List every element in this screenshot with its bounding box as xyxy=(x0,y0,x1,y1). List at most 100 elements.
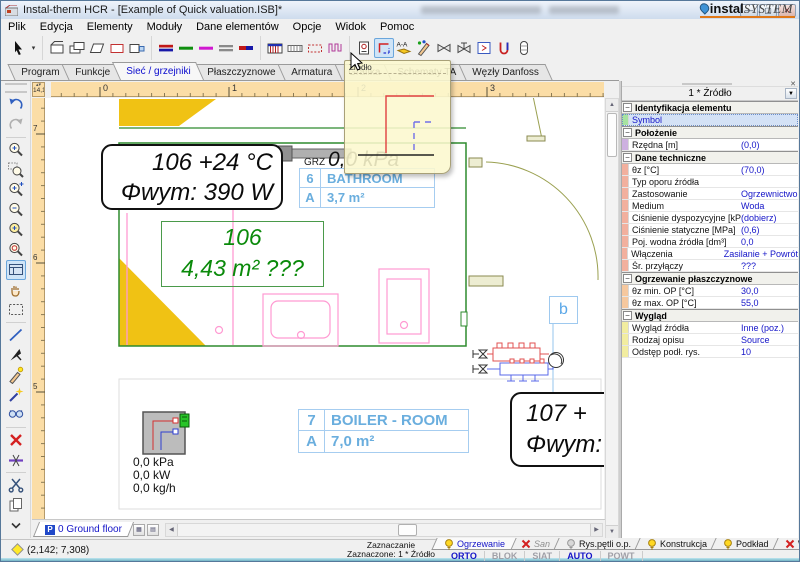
panel-row[interactable]: Ciśnienie statyczne [MPa](0,6) xyxy=(622,224,798,236)
panel-dropdown-icon[interactable]: ▼ xyxy=(785,88,797,99)
toolbar-grip[interactable] xyxy=(5,83,27,93)
pipe-double-gray-icon[interactable] xyxy=(216,38,236,58)
tab-płaszczyznowe[interactable]: Płaszczyznowe xyxy=(193,64,288,80)
menu-pomoc[interactable]: Pomoc xyxy=(373,20,421,34)
scissors-icon[interactable] xyxy=(6,475,26,495)
panel-row[interactable]: Symbol xyxy=(622,114,798,126)
pipe-redblue-icon[interactable] xyxy=(236,38,256,58)
preview-icon[interactable] xyxy=(6,260,26,280)
more-icon[interactable] xyxy=(6,515,26,535)
property-value[interactable]: Source xyxy=(741,335,798,345)
layer-tab-konstrukcja[interactable]: Konstrukcja xyxy=(634,538,718,550)
valve-4way-icon[interactable] xyxy=(454,38,474,58)
pen-colors-icon[interactable] xyxy=(414,38,434,58)
zone-rect-icon[interactable] xyxy=(107,38,127,58)
select-region-icon[interactable] xyxy=(6,300,26,320)
panel-row[interactable]: θz min. OP [°C]30,0 xyxy=(622,285,798,297)
zoom-in-icon[interactable] xyxy=(6,140,26,160)
panel-row[interactable]: MediumWoda xyxy=(622,200,798,212)
radiator-gray-icon[interactable] xyxy=(285,38,305,58)
mode-auto[interactable]: AUTO xyxy=(560,551,600,561)
menu-dane-elementów[interactable]: Dane elementów xyxy=(189,20,286,34)
panel-row[interactable]: θz [°C](70,0) xyxy=(622,164,798,176)
collapse-icon[interactable]: − xyxy=(623,311,632,320)
sheet-list-button[interactable]: ▤ xyxy=(147,524,159,536)
mode-blok[interactable]: BLOK xyxy=(485,551,526,561)
pipe-green-icon[interactable] xyxy=(176,38,196,58)
pointer-dart-icon[interactable] xyxy=(6,345,26,365)
property-value[interactable]: Woda xyxy=(741,201,798,211)
panel-row[interactable]: Poj. wodna źródła [dm³]0,0 xyxy=(622,236,798,248)
delete-icon[interactable] xyxy=(6,430,26,450)
room-walls-icon[interactable] xyxy=(47,38,67,58)
property-value[interactable]: 55,0 xyxy=(741,298,798,308)
collapse-icon[interactable]: − xyxy=(623,103,632,112)
select-dropdown-icon[interactable]: ▾ xyxy=(29,44,38,52)
schematic-frame-icon[interactable] xyxy=(474,38,494,58)
bathroom-room-label[interactable]: 6BATHROOMA3,7 m² xyxy=(299,168,435,208)
manifold-symbol[interactable] xyxy=(473,343,564,381)
pan-hand-icon[interactable] xyxy=(6,280,26,300)
property-value[interactable]: Ogrzewnictwo xyxy=(741,189,798,199)
undo-icon[interactable] xyxy=(6,95,26,115)
vertical-scroll-thumb[interactable] xyxy=(607,113,617,157)
property-value[interactable]: Zasilanie + Powrót xyxy=(724,249,798,259)
junction-label[interactable]: b xyxy=(549,296,578,324)
scroll-up-arrow[interactable]: ▲ xyxy=(606,99,618,112)
redo-icon[interactable] xyxy=(6,115,26,135)
room-106-area-label[interactable]: 106 4,43 m² ??? xyxy=(161,221,324,287)
panel-section[interactable]: −Dane techniczne xyxy=(622,151,798,164)
horizontal-scroll-thumb[interactable] xyxy=(398,524,417,536)
tab-sieć-grzejniki[interactable]: Sieć / grzejniki xyxy=(112,62,204,80)
tab-węzły-danfoss[interactable]: Węzły Danfoss xyxy=(458,64,552,80)
cylinder-icon[interactable] xyxy=(514,38,534,58)
source-icon[interactable] xyxy=(374,38,394,58)
panel-row[interactable]: Rzędna [m](0,0) xyxy=(622,139,798,151)
panel-row[interactable]: Typ oporu źródła xyxy=(622,176,798,188)
zoom-scale-box[interactable]: ▴▾14,1 xyxy=(32,82,45,97)
magic-wand-icon[interactable] xyxy=(6,385,26,405)
mode-powt[interactable]: POWT xyxy=(601,551,643,561)
radiator-outline-icon[interactable] xyxy=(305,38,325,58)
layer-tab-rys-pętli-o-p-[interactable]: Rys.pętli o.p. xyxy=(553,538,642,550)
property-value[interactable]: (70,0) xyxy=(741,165,798,175)
property-value[interactable]: (0,6) xyxy=(741,225,798,235)
panel-row[interactable]: Wygląd źródłaInne (poz.) xyxy=(622,322,798,334)
scroll-left-arrow[interactable]: ◀ xyxy=(166,524,178,536)
property-value[interactable]: Inne (poz.) xyxy=(741,323,798,333)
pump-icon[interactable] xyxy=(494,38,514,58)
panel-section[interactable]: −Wygląd xyxy=(622,309,798,322)
panel-row[interactable]: ZastosowanieOgrzewnictwo xyxy=(622,188,798,200)
layer-tab-ogrzewanie[interactable]: Ogrzewanie xyxy=(431,538,516,550)
menu-widok[interactable]: Widok xyxy=(328,20,373,34)
collapse-icon[interactable]: − xyxy=(623,153,632,162)
zoom-window-icon[interactable] xyxy=(6,160,26,180)
radiator-icon[interactable] xyxy=(265,38,285,58)
scroll-right-arrow[interactable]: ▶ xyxy=(590,524,602,536)
property-value[interactable]: 0,0 xyxy=(741,237,798,247)
horizontal-scrollbar[interactable]: ◀ ▶ xyxy=(165,523,603,537)
property-value[interactable]: 30,0 xyxy=(741,286,798,296)
zone-ref-icon[interactable] xyxy=(127,38,147,58)
property-value[interactable]: ??? xyxy=(741,261,798,271)
room-106-callout[interactable]: 106 +24 °C Φwym: 390 W xyxy=(101,144,283,210)
layer-tab-wydruk[interactable]: Wydruk xyxy=(772,538,800,550)
panel-row[interactable]: θz max. OP [°C]55,0 xyxy=(622,297,798,309)
pen-light-icon[interactable] xyxy=(6,365,26,385)
zoom-prev-icon[interactable] xyxy=(6,220,26,240)
property-value[interactable]: (dobierz) xyxy=(741,213,798,223)
panel-section[interactable]: −Identyfikacja elementu xyxy=(622,101,798,114)
source-symbol[interactable] xyxy=(143,412,189,454)
menu-elementy[interactable]: Elementy xyxy=(80,20,140,34)
menu-moduły[interactable]: Moduły xyxy=(140,20,189,34)
find-aa-icon[interactable]: A-A xyxy=(394,38,414,58)
drawing-canvas[interactable]: GRZ 0,0 kPa 106 +24 °C Φwym: 390 W 6BATH… xyxy=(45,98,604,519)
room-3d-icon[interactable] xyxy=(67,38,87,58)
pipe-pair-icon[interactable] xyxy=(156,38,176,58)
panel-section[interactable]: −Ogrzewanie płaszczyznowe xyxy=(622,272,798,285)
find-view-icon[interactable] xyxy=(6,405,26,425)
zoom-fit-icon[interactable] xyxy=(6,240,26,260)
copy-icon[interactable] xyxy=(6,495,26,515)
boiler-room-label[interactable]: 7BOILER - ROOMA7,0 m² xyxy=(298,409,469,453)
menu-edycja[interactable]: Edycja xyxy=(33,20,80,34)
